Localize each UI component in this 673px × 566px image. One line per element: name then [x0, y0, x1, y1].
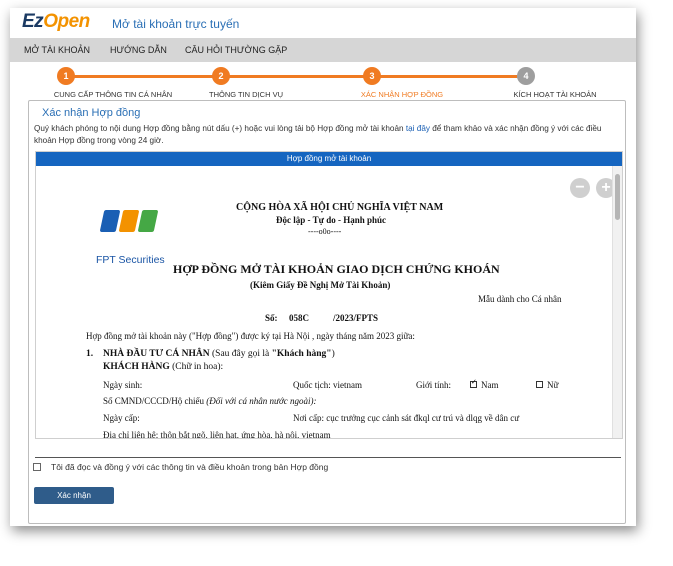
fpt-logo-text: FPT Securities — [96, 254, 165, 266]
section-1-title: NHÀ ĐẦU TƯ CÁ NHÂN — [103, 349, 210, 359]
gender-female-label: Nữ — [547, 380, 559, 390]
section-1-heading: NHÀ ĐẦU TƯ CÁ NHÂN (Sau đây gọi là "Khác… — [103, 349, 335, 359]
customer-name-row: KHÁCH HÀNG (Chữ in hoa): — [103, 362, 223, 372]
gender-male-option: Nam — [470, 378, 499, 390]
progress-line-complete — [67, 75, 517, 78]
agreement-row: Tôi đã đọc và đồng ý với các thông tin v… — [33, 462, 328, 472]
confirm-button[interactable]: Xác nhận — [34, 487, 114, 504]
instructions-pre: Quý khách phóng to nội dung Hợp đồng bằn… — [34, 124, 406, 133]
nav-item-open-account[interactable]: MỞ TÀI KHOẢN — [24, 45, 90, 55]
contract-number-suffix: /2023/FPTS — [333, 313, 379, 323]
id-note: (Đối với cá nhân nước ngoài): — [206, 396, 317, 406]
main-nav: MỞ TÀI KHOẢN HƯỚNG DẪN CÂU HỎI THƯỜNG GẶ… — [10, 38, 636, 62]
download-contract-link[interactable]: tại đây — [406, 124, 430, 133]
ezopen-logo[interactable]: EzOpen — [22, 11, 90, 33]
contract-number-label: Số: — [265, 313, 278, 323]
issue-place-label: Nơi cấp: cục trưởng cục cảnh sát đkql cư… — [293, 413, 520, 423]
contract-document[interactable]: − + FPT Securities CỘNG HÒA XÃ HỘI CHỦ N… — [36, 166, 614, 438]
address-label: Địa chỉ liên hệ: thôn bắt ngõ, liên hạt,… — [103, 430, 331, 438]
contract-number-value: 058C — [289, 313, 309, 323]
customer-label: KHÁCH HÀNG — [103, 362, 170, 372]
agreement-divider — [35, 457, 621, 458]
id-label: Số CMND/CCCD/Hộ chiếu — [103, 396, 207, 406]
progress-stepper: 1 2 3 4 CUNG CẤP THÔNG TIN CÁ NHÂN THÔNG… — [10, 62, 636, 100]
step-2-label: THÔNG TIN DỊCH VỤ — [208, 90, 284, 99]
gender-female-option: Nữ — [536, 380, 558, 390]
contract-scrollbar[interactable] — [612, 166, 622, 438]
issue-date-label: Ngày cấp: — [103, 413, 140, 423]
logo-ez-text: Ez — [22, 11, 44, 32]
step-4-label: KÍCH HOẠT TÀI KHOẢN — [513, 90, 597, 99]
section-title: Xác nhận Hợp đồng — [42, 107, 141, 119]
fpt-tile-orange — [118, 210, 140, 232]
step-4-circle: 4 — [517, 67, 535, 85]
contract-title: HỢP ĐỒNG MỞ TÀI KHOẢN GIAO DỊCH CHỨNG KH… — [173, 262, 500, 276]
step-2-circle: 2 — [212, 67, 230, 85]
fpt-securities-logo: FPT Securities — [96, 208, 172, 268]
dob-label: Ngày sinh: — [103, 380, 143, 390]
zoom-out-button[interactable]: − — [570, 178, 590, 198]
gender-female-checkbox-icon — [536, 381, 543, 389]
template-note: Mẫu dành cho Cá nhân — [478, 294, 562, 304]
section-1-number: 1. — [86, 349, 94, 359]
national-motto: Độc lập - Tự do - Hạnh phúc — [276, 215, 387, 225]
contract-viewer-header: Hợp đồng mở tài khoản — [36, 152, 622, 166]
step-3-label: XÁC NHẬN HỢP ĐỒNG — [360, 90, 444, 99]
agreement-text: Tôi đã đọc và đồng ý với các thông tin v… — [51, 462, 329, 472]
agreement-checkbox[interactable] — [33, 463, 41, 471]
gender-label: Giới tính: — [416, 380, 452, 390]
step-3-circle: 3 — [363, 67, 381, 85]
nav-item-faq[interactable]: CÂU HỎI THƯỜNG GẶP — [185, 45, 287, 55]
logo-open-text: Open — [43, 11, 90, 32]
section-1-note-bold: "Khách hàng" — [271, 349, 332, 359]
nationality-label: Quốc tịch: vietnam — [293, 380, 362, 390]
national-title: CỘNG HÒA XÃ HỘI CHỦ NGHĨA VIỆT NAM — [236, 202, 444, 213]
top-bar: EzOpen Mở tài khoản trực tuyến — [10, 8, 636, 38]
gender-male-checkbox-icon — [470, 378, 477, 389]
nav-item-guide[interactable]: HƯỚNG DẪN — [110, 45, 167, 55]
id-row: Số CMND/CCCD/Hộ chiếu (Đối với cá nhân n… — [103, 396, 317, 406]
contract-viewer: Hợp đồng mở tài khoản − + FPT Securities… — [35, 151, 623, 439]
contract-subtitle: (Kiêm Giấy Đề Nghị Mở Tài Khoản) — [250, 280, 391, 290]
step-1-circle: 1 — [57, 67, 75, 85]
app-title: Mở tài khoản trực tuyến — [112, 17, 240, 31]
section-1-note-post: ) — [331, 349, 335, 359]
gender-male-label: Nam — [481, 380, 499, 390]
instructions-text: Quý khách phóng to nội dung Hợp đồng bằn… — [34, 123, 622, 147]
fpt-tile-green — [137, 210, 159, 232]
contract-confirmation-panel: Xác nhận Hợp đồng Quý khách phóng to nội… — [28, 100, 626, 524]
contract-scroll-thumb[interactable] — [615, 174, 620, 220]
contract-intro: Hợp đồng mở tài khoản này ("Hợp đồng") đ… — [86, 331, 415, 341]
section-1-note-pre: (Sau đây gọi là — [209, 349, 272, 359]
title-separator: ----o0o---- — [308, 227, 342, 236]
step-1-label: CUNG CẤP THÔNG TIN CÁ NHÂN — [53, 90, 173, 99]
fpt-tile-blue — [99, 210, 121, 232]
customer-note: (Chữ in hoa): — [169, 362, 224, 372]
app-window: EzOpen Mở tài khoản trực tuyến MỞ TÀI KH… — [10, 8, 636, 526]
